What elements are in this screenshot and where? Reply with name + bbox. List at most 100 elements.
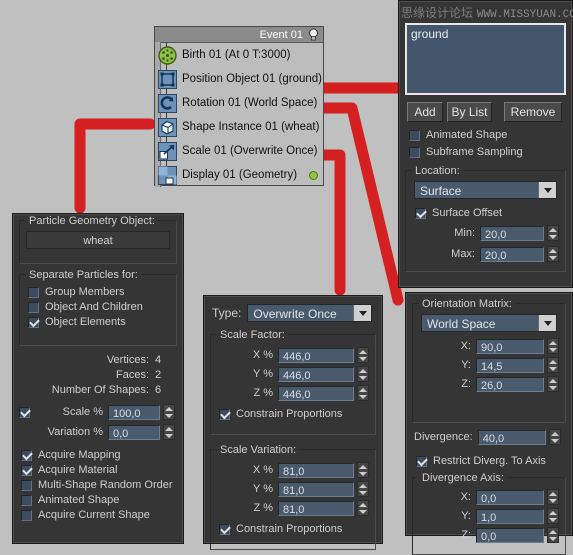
constrain-proportions-2-checkbox[interactable] bbox=[219, 523, 230, 535]
variation-percent-field[interactable]: 0,0 bbox=[108, 424, 160, 440]
divergence-spinner[interactable] bbox=[548, 429, 561, 445]
orientation-y-row[interactable]: Y: 14,5 bbox=[419, 357, 559, 373]
constrain-proportions-2-row[interactable]: Constrain Proportions bbox=[219, 523, 369, 535]
shape-instance-panel[interactable]: Particle Geometry Object: wheat Separate… bbox=[12, 213, 184, 544]
group-members-checkbox[interactable] bbox=[28, 286, 39, 298]
orientation-y-spinner[interactable] bbox=[547, 357, 559, 373]
particle-flow-event-node[interactable]: Event 01 Birth 01 (At 0 T:3000) Position… bbox=[154, 26, 324, 187]
orientation-z-row[interactable]: Z: 26,0 bbox=[419, 376, 559, 392]
restrict-divergence-row[interactable]: Restrict Diverg. To Axis bbox=[416, 455, 572, 467]
orientation-matrix-dropdown[interactable]: World Space bbox=[421, 314, 557, 332]
list-item[interactable]: ground bbox=[411, 27, 560, 41]
scale-factor-z-row[interactable]: Z % 446,0 bbox=[217, 385, 369, 401]
operator-row-rotation[interactable]: Rotation 01 (World Space) bbox=[155, 91, 323, 115]
operator-row-scale[interactable]: Scale 01 (Overwrite Once) bbox=[155, 139, 323, 163]
scale-factor-x-spinner[interactable] bbox=[357, 347, 369, 363]
multi-shape-random-order-row[interactable]: Multi-Shape Random Order bbox=[21, 479, 183, 491]
lightbulb-icon[interactable] bbox=[307, 28, 320, 41]
min-spinner[interactable] bbox=[547, 225, 559, 241]
add-button[interactable]: Add bbox=[407, 102, 443, 122]
rotation-panel[interactable]: Orientation Matrix: World Space X: 90,0 … bbox=[405, 292, 573, 555]
scale-factor-x-field[interactable]: 446,0 bbox=[278, 347, 354, 363]
chevron-down-icon[interactable] bbox=[538, 182, 556, 198]
min-field[interactable]: 20,0 bbox=[480, 225, 544, 241]
object-and-children-checkbox[interactable] bbox=[28, 301, 39, 313]
animated-shape-checkbox-left[interactable] bbox=[21, 494, 32, 506]
operator-row-birth[interactable]: Birth 01 (At 0 T:3000) bbox=[155, 43, 323, 67]
divergence-axis-z-field[interactable]: 0,0 bbox=[476, 527, 544, 543]
max-field[interactable]: 20,0 bbox=[480, 246, 544, 262]
location-dropdown[interactable]: Surface bbox=[414, 181, 557, 199]
scale-percent-checkbox[interactable] bbox=[19, 406, 30, 418]
operator-row-display[interactable]: Display 01 (Geometry) bbox=[155, 163, 323, 187]
orientation-y-field[interactable]: 14,5 bbox=[476, 357, 544, 373]
orientation-x-row[interactable]: X: 90,0 bbox=[419, 338, 559, 354]
operator-row-shape-instance[interactable]: Shape Instance 01 (wheat) bbox=[155, 115, 323, 139]
divergence-row[interactable]: Divergence: 40,0 bbox=[414, 429, 564, 445]
divergence-field[interactable]: 40,0 bbox=[477, 429, 546, 445]
multi-shape-random-order-checkbox[interactable] bbox=[21, 479, 32, 491]
object-and-children-row[interactable]: Object And Children bbox=[28, 301, 170, 313]
restrict-divergence-checkbox[interactable] bbox=[416, 455, 427, 467]
type-dropdown[interactable]: Overwrite Once bbox=[247, 304, 372, 322]
divergence-axis-y-spinner[interactable] bbox=[547, 508, 559, 524]
variation-percent-row[interactable]: Variation % 0,0 bbox=[19, 424, 175, 440]
scale-variation-x-row[interactable]: X % 81,0 bbox=[217, 462, 369, 478]
max-row[interactable]: Max: 20,0 bbox=[412, 246, 559, 262]
orientation-x-spinner[interactable] bbox=[547, 338, 559, 354]
group-members-row[interactable]: Group Members bbox=[28, 286, 170, 298]
acquire-material-row[interactable]: Acquire Material bbox=[21, 464, 183, 476]
scale-variation-x-field[interactable]: 81,0 bbox=[278, 462, 354, 478]
min-row[interactable]: Min: 20,0 bbox=[412, 225, 559, 241]
acquire-mapping-row[interactable]: Acquire Mapping bbox=[21, 449, 183, 461]
animated-shape-checkbox[interactable] bbox=[409, 129, 420, 141]
orientation-x-field[interactable]: 90,0 bbox=[476, 338, 544, 354]
divergence-axis-x-spinner[interactable] bbox=[547, 489, 559, 505]
operator-row-position-object[interactable]: Position Object 01 (ground) bbox=[155, 67, 323, 91]
type-row[interactable]: Type: Overwrite Once bbox=[212, 304, 372, 322]
variation-percent-spinner[interactable] bbox=[163, 424, 175, 440]
object-elements-row[interactable]: Object Elements bbox=[28, 316, 170, 328]
subframe-sampling-checkbox-row[interactable]: Subframe Sampling bbox=[409, 146, 572, 158]
geometry-object-field[interactable]: wheat bbox=[26, 231, 170, 249]
subframe-sampling-checkbox[interactable] bbox=[409, 146, 420, 158]
acquire-current-shape-row[interactable]: Acquire Current Shape bbox=[21, 509, 183, 521]
chevron-down-icon[interactable] bbox=[353, 305, 371, 321]
chevron-down-icon[interactable] bbox=[538, 315, 556, 331]
divergence-axis-x-field[interactable]: 0,0 bbox=[476, 489, 544, 505]
surface-offset-row[interactable]: Surface Offset bbox=[415, 207, 559, 219]
scale-variation-x-spinner[interactable] bbox=[357, 462, 369, 478]
scale-factor-x-row[interactable]: X % 446,0 bbox=[217, 347, 369, 363]
acquire-mapping-checkbox[interactable] bbox=[21, 449, 32, 461]
scale-percent-spinner[interactable] bbox=[163, 404, 175, 420]
animated-shape-checkbox-row[interactable]: Animated Shape bbox=[409, 129, 572, 141]
by-list-button[interactable]: By List bbox=[447, 102, 492, 122]
scale-variation-y-spinner[interactable] bbox=[357, 481, 369, 497]
emitter-objects-list[interactable]: ground bbox=[405, 23, 566, 95]
divergence-axis-z-row[interactable]: Z: 0,0 bbox=[419, 527, 559, 543]
constrain-proportions-1-row[interactable]: Constrain Proportions bbox=[219, 408, 369, 420]
divergence-axis-x-row[interactable]: X: 0,0 bbox=[419, 489, 559, 505]
scale-panel[interactable]: Type: Overwrite Once Scale Factor: X % 4… bbox=[203, 295, 383, 550]
scale-variation-z-spinner[interactable] bbox=[357, 500, 369, 516]
scale-percent-field[interactable]: 100,0 bbox=[108, 404, 160, 420]
acquire-material-checkbox[interactable] bbox=[21, 464, 32, 476]
object-elements-checkbox[interactable] bbox=[28, 316, 39, 328]
scale-variation-z-field[interactable]: 81,0 bbox=[278, 500, 354, 516]
orientation-z-spinner[interactable] bbox=[547, 376, 559, 392]
display-enabled-dot[interactable] bbox=[309, 170, 318, 180]
scale-variation-z-row[interactable]: Z % 81,0 bbox=[217, 500, 369, 516]
scale-factor-z-spinner[interactable] bbox=[357, 385, 369, 401]
animated-shape-row[interactable]: Animated Shape bbox=[21, 494, 183, 506]
divergence-axis-y-row[interactable]: Y: 1,0 bbox=[419, 508, 559, 524]
remove-button[interactable]: Remove bbox=[504, 102, 562, 122]
divergence-axis-y-field[interactable]: 1,0 bbox=[476, 508, 544, 524]
position-object-panel[interactable]: 思缘设计论坛 WWW.MISSYUAN.COM ground Add By Li… bbox=[398, 0, 573, 288]
surface-offset-checkbox[interactable] bbox=[415, 207, 426, 219]
divergence-axis-z-spinner[interactable] bbox=[547, 527, 559, 543]
event-title-bar[interactable]: Event 01 bbox=[155, 27, 323, 43]
orientation-z-field[interactable]: 26,0 bbox=[476, 376, 544, 392]
scale-factor-y-field[interactable]: 446,0 bbox=[278, 366, 354, 382]
scale-percent-row[interactable]: Scale % 100,0 bbox=[19, 404, 175, 420]
scale-factor-y-spinner[interactable] bbox=[357, 366, 369, 382]
